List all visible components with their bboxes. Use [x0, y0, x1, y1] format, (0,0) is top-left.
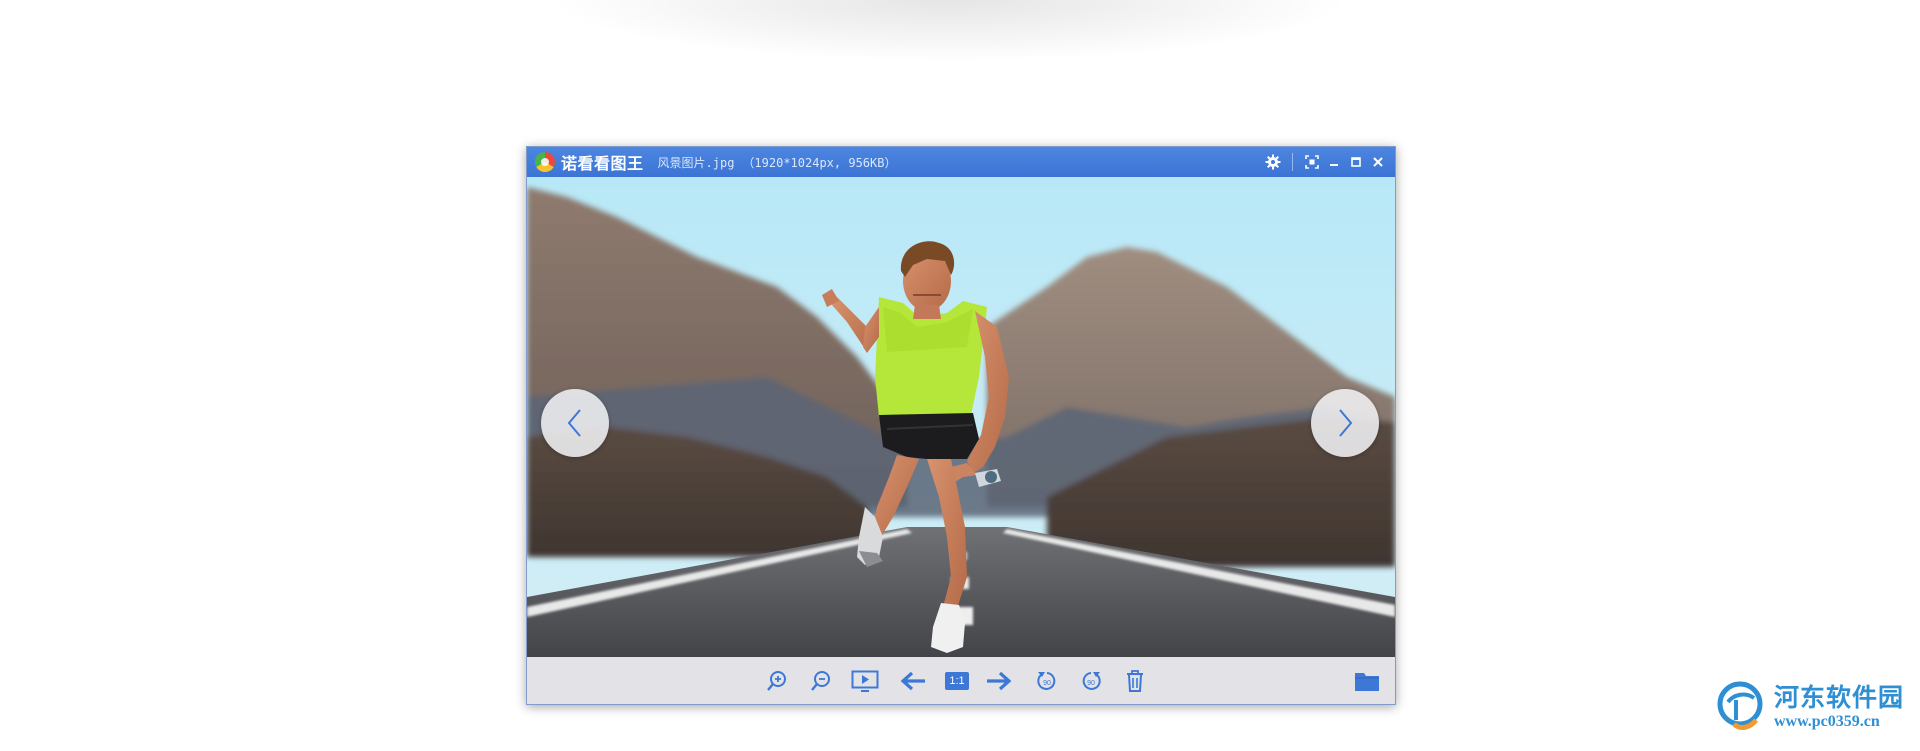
trash-icon: [1127, 670, 1143, 692]
minimize-button[interactable]: [1323, 151, 1345, 173]
maximize-button[interactable]: [1345, 151, 1367, 173]
folder-icon: [1355, 673, 1379, 691]
window-controls: [1262, 147, 1389, 177]
site-watermark: 河东软件园 www.pc0359.cn: [1712, 676, 1920, 736]
photo-canvas[interactable]: [527, 177, 1395, 657]
zoom-in-button[interactable]: [763, 667, 791, 695]
delete-button[interactable]: [1121, 667, 1149, 695]
rotate-left-label: 90: [1043, 680, 1051, 687]
page: 诺看看图王 风景图片.jpg （1920*1024px, 956KB） 1:1 …: [0, 0, 1920, 751]
watermark-title: 河东软件园: [1774, 683, 1905, 712]
file-meta: （1920*1024px, 956KB）: [742, 155, 897, 170]
bottom-toolbar: 1:1 90 90: [527, 657, 1395, 704]
file-name: 风景图片.jpg: [657, 155, 735, 170]
actual-size-button[interactable]: 1:1: [943, 667, 971, 695]
open-folder-button[interactable]: [1353, 667, 1381, 695]
titlebar-separator: [1292, 153, 1293, 171]
close-button[interactable]: [1367, 151, 1389, 173]
zoom-in-icon: [767, 671, 786, 691]
watermark-url: www.pc0359.cn: [1774, 713, 1880, 730]
maximize-icon: [1351, 157, 1361, 167]
watermark-logo-icon: [1717, 681, 1763, 730]
image-viewer-window: 诺看看图王 风景图片.jpg （1920*1024px, 956KB） 1:1 …: [526, 146, 1396, 705]
slideshow-icon: [851, 670, 879, 692]
next-image-button[interactable]: [1311, 389, 1379, 457]
zoom-out-button[interactable]: [807, 667, 835, 695]
fullscreen-button[interactable]: [1301, 151, 1323, 173]
fullscreen-icon: [1305, 155, 1319, 169]
next-button[interactable]: [985, 667, 1013, 695]
slideshow-button[interactable]: [851, 667, 879, 695]
rotate-right-icon: 90: [1082, 672, 1101, 690]
gear-icon: [1265, 154, 1281, 170]
app-title: 诺看看图王: [561, 154, 644, 173]
title-bar[interactable]: 诺看看图王 风景图片.jpg （1920*1024px, 956KB）: [527, 147, 1395, 177]
rotate-right-button[interactable]: 90: [1077, 667, 1105, 695]
settings-button[interactable]: [1262, 151, 1284, 173]
background-shadow: [560, 0, 1340, 60]
minimize-icon: [1330, 164, 1338, 166]
previous-button[interactable]: [899, 667, 927, 695]
chevron-left-icon: [567, 409, 581, 437]
close-icon: [1373, 157, 1383, 167]
zoom-out-icon: [811, 671, 830, 691]
arrow-left-icon: [900, 671, 925, 691]
app-logo-icon: [535, 152, 555, 172]
arrow-right-icon: [987, 671, 1012, 691]
chevron-right-icon: [1339, 409, 1353, 437]
one-to-one-icon: 1:1: [945, 672, 969, 690]
rotate-right-label: 90: [1087, 680, 1095, 687]
rotate-left-icon: 90: [1037, 672, 1056, 690]
runner-photo: [527, 177, 1395, 657]
rotate-left-button[interactable]: 90: [1033, 667, 1061, 695]
file-info: 风景图片.jpg （1920*1024px, 956KB）: [658, 154, 897, 171]
previous-image-button[interactable]: [541, 389, 609, 457]
